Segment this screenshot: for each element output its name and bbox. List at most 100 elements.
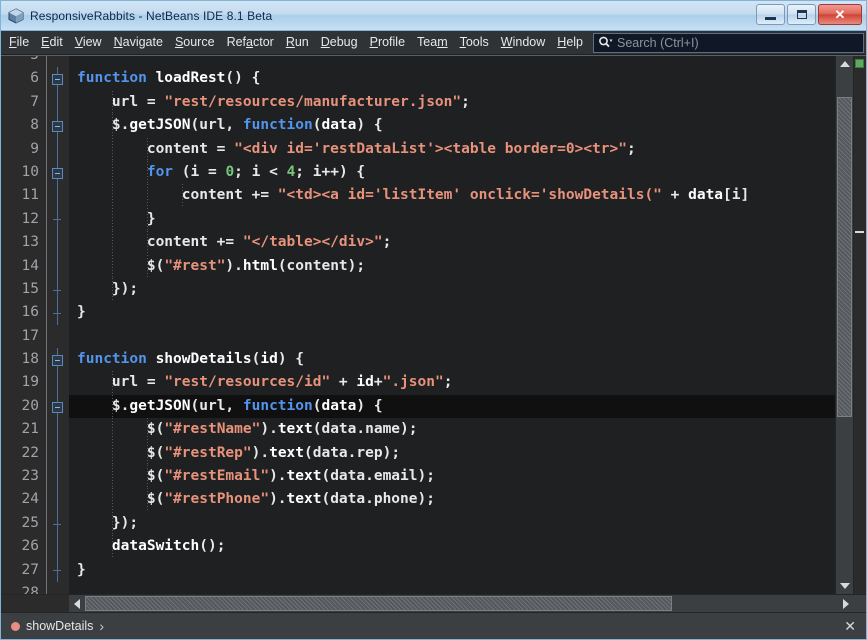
- code-line[interactable]: 24 $("#restPhone").text(data.phone);: [1, 488, 835, 511]
- fold-column[interactable]: [47, 418, 69, 441]
- horizontal-scrollbar[interactable]: [1, 594, 866, 612]
- fold-column[interactable]: [47, 184, 69, 207]
- fold-collapse-icon[interactable]: [52, 121, 63, 132]
- code-text[interactable]: }: [69, 559, 835, 582]
- code-line[interactable]: 15 });: [1, 278, 835, 301]
- menu-item-team[interactable]: Team: [411, 32, 454, 53]
- fold-column[interactable]: [47, 278, 69, 301]
- vertical-scrollbar[interactable]: [835, 56, 853, 594]
- fold-column[interactable]: [47, 255, 69, 278]
- fold-column[interactable]: [47, 371, 69, 394]
- code-text[interactable]: $("#rest").html(content);: [69, 255, 835, 278]
- menu-item-edit[interactable]: Edit: [35, 32, 69, 53]
- code-text[interactable]: $("#restPhone").text(data.phone);: [69, 488, 835, 511]
- strip-annotation-mark[interactable]: [855, 231, 864, 233]
- scroll-down-button[interactable]: [836, 578, 853, 594]
- code-line[interactable]: 8 $.getJSON(url, function(data) {: [1, 114, 835, 137]
- code-line[interactable]: 27}: [1, 559, 835, 582]
- code-text[interactable]: $.getJSON(url, function(data) {: [69, 114, 835, 137]
- menu-item-navigate[interactable]: Navigate: [108, 32, 169, 53]
- error-strip[interactable]: [853, 56, 866, 594]
- code-text[interactable]: }: [69, 208, 835, 231]
- minimize-button[interactable]: [756, 4, 785, 25]
- fold-column[interactable]: [47, 208, 69, 231]
- code-line[interactable]: 26 dataSwitch();: [1, 535, 835, 558]
- fold-column[interactable]: [47, 91, 69, 114]
- code-line[interactable]: 11 content += "<td><a id='listItem' oncl…: [1, 184, 835, 207]
- fold-column[interactable]: [47, 114, 69, 137]
- code-text[interactable]: url = "rest/resources/id" + id+".json";: [69, 371, 835, 394]
- fold-column[interactable]: [47, 231, 69, 254]
- fold-column[interactable]: [47, 465, 69, 488]
- code-text[interactable]: $("#restRep").text(data.rep);: [69, 442, 835, 465]
- code-line[interactable]: 6function loadRest() {: [1, 67, 835, 90]
- fold-column[interactable]: [47, 582, 69, 594]
- code-text[interactable]: }: [69, 301, 835, 324]
- horizontal-scrollbar-thumb[interactable]: [85, 596, 672, 611]
- menu-item-profile[interactable]: Profile: [364, 32, 411, 53]
- code-text[interactable]: });: [69, 278, 835, 301]
- code-line[interactable]: 18function showDetails(id) {: [1, 348, 835, 371]
- menu-item-window[interactable]: Window: [495, 32, 551, 53]
- code-text[interactable]: for (i = 0; i < 4; i++) {: [69, 161, 835, 184]
- code-text[interactable]: $("#restName").text(data.name);: [69, 418, 835, 441]
- fold-column[interactable]: [47, 138, 69, 161]
- fold-column[interactable]: [47, 56, 69, 67]
- fold-column[interactable]: [47, 325, 69, 348]
- code-line[interactable]: 19 url = "rest/resources/id" + id+".json…: [1, 371, 835, 394]
- fold-column[interactable]: [47, 67, 69, 90]
- scroll-up-button[interactable]: [836, 56, 853, 72]
- code-text[interactable]: $.getJSON(url, function(data) {: [69, 395, 835, 418]
- breadcrumb-label[interactable]: showDetails: [26, 619, 93, 633]
- fold-collapse-icon[interactable]: [52, 355, 63, 366]
- code-line[interactable]: 10 for (i = 0; i < 4; i++) {: [1, 161, 835, 184]
- code-line[interactable]: 13 content += "</table></div>";: [1, 231, 835, 254]
- menu-item-file[interactable]: File: [3, 32, 35, 53]
- fold-column[interactable]: [47, 442, 69, 465]
- code-line[interactable]: 17: [1, 325, 835, 348]
- fold-column[interactable]: [47, 348, 69, 371]
- breadcrumb[interactable]: showDetails ›: [11, 619, 840, 633]
- code-text[interactable]: content += "<td><a id='listItem' onclick…: [69, 184, 835, 207]
- fold-column[interactable]: [47, 535, 69, 558]
- fold-collapse-icon[interactable]: [52, 74, 63, 85]
- scroll-left-button[interactable]: [69, 595, 85, 612]
- code-text[interactable]: dataSwitch();: [69, 535, 835, 558]
- code-line[interactable]: 5: [1, 56, 835, 67]
- close-window-button[interactable]: ✕: [818, 4, 862, 25]
- fold-column[interactable]: [47, 488, 69, 511]
- vertical-scrollbar-thumb[interactable]: [837, 97, 852, 417]
- vertical-scrollbar-track[interactable]: [836, 72, 853, 578]
- fold-column[interactable]: [47, 301, 69, 324]
- menu-item-debug[interactable]: Debug: [315, 32, 364, 53]
- fold-collapse-icon[interactable]: [52, 402, 63, 413]
- fold-column[interactable]: [47, 395, 69, 418]
- code-text[interactable]: function loadRest() {: [69, 67, 835, 90]
- code-line[interactable]: 7 url = "rest/resources/manufacturer.jso…: [1, 91, 835, 114]
- close-editor-button[interactable]: ✕: [840, 617, 860, 635]
- code-text[interactable]: content = "<div id='restDataList'><table…: [69, 138, 835, 161]
- fold-column[interactable]: [47, 512, 69, 535]
- code-text[interactable]: });: [69, 512, 835, 535]
- menu-item-run[interactable]: Run: [280, 32, 315, 53]
- fold-column[interactable]: [47, 559, 69, 582]
- code-line[interactable]: 16}: [1, 301, 835, 324]
- maximize-button[interactable]: [787, 4, 816, 25]
- code-text[interactable]: $("#restEmail").text(data.email);: [69, 465, 835, 488]
- fold-column[interactable]: [47, 161, 69, 184]
- search-input[interactable]: Search (Ctrl+I): [593, 33, 864, 53]
- code-line[interactable]: 23 $("#restEmail").text(data.email);: [1, 465, 835, 488]
- code-line[interactable]: 20 $.getJSON(url, function(data) {: [1, 395, 835, 418]
- code-line[interactable]: 21 $("#restName").text(data.name);: [1, 418, 835, 441]
- scroll-right-button[interactable]: [838, 595, 854, 612]
- horizontal-scrollbar-track[interactable]: [85, 595, 838, 612]
- code-text[interactable]: url = "rest/resources/manufacturer.json"…: [69, 91, 835, 114]
- fold-collapse-icon[interactable]: [52, 168, 63, 179]
- code-line[interactable]: 12 }: [1, 208, 835, 231]
- menu-item-help[interactable]: Help: [551, 32, 589, 53]
- code-text[interactable]: content += "</table></div>";: [69, 231, 835, 254]
- code-text[interactable]: function showDetails(id) {: [69, 348, 835, 371]
- menu-item-tools[interactable]: Tools: [454, 32, 495, 53]
- menu-item-source[interactable]: Source: [169, 32, 221, 53]
- menu-item-view[interactable]: View: [69, 32, 108, 53]
